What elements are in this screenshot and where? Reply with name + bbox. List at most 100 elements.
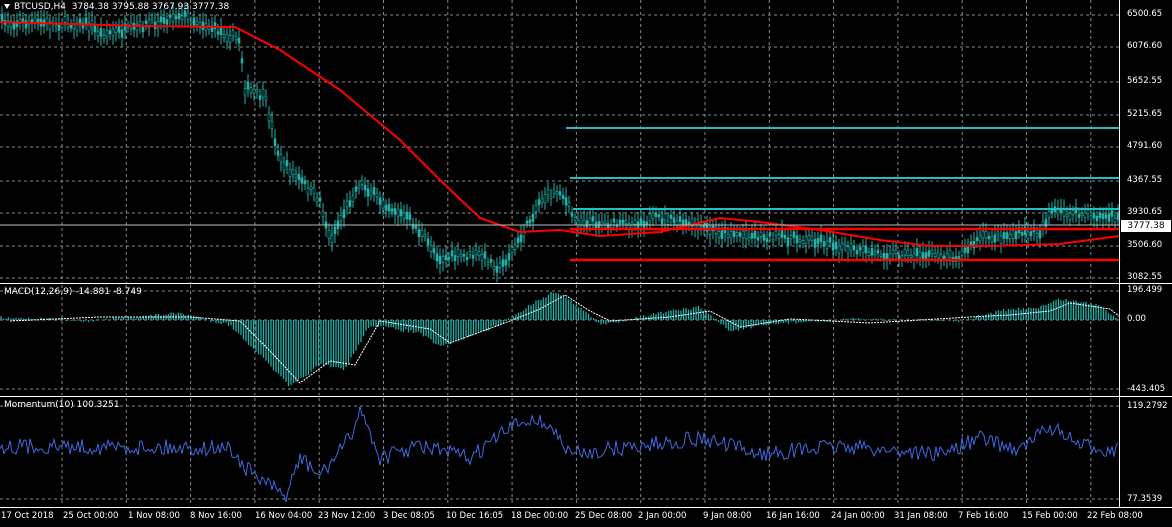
candle-body <box>846 246 850 254</box>
candle-body <box>639 218 643 225</box>
candle-body <box>174 16 178 20</box>
candle-body <box>540 198 544 204</box>
candle-body <box>177 13 181 19</box>
candle-body <box>513 244 517 250</box>
candle-body <box>789 235 793 240</box>
candle-body <box>285 160 289 167</box>
candle-body <box>588 217 592 225</box>
candle-body <box>69 25 73 29</box>
candle-body <box>780 229 784 238</box>
candle-body <box>603 220 607 225</box>
candle-body <box>819 234 823 243</box>
candle-body <box>399 209 403 217</box>
candle-body <box>771 238 775 242</box>
candle-body <box>726 233 730 238</box>
candle-body <box>759 231 763 237</box>
candle-body <box>534 205 538 212</box>
candle-body <box>117 26 121 33</box>
candle-body <box>480 254 484 261</box>
candle-body <box>378 197 382 205</box>
candle-body <box>768 232 772 237</box>
candle-body <box>1107 213 1111 222</box>
candle-body <box>111 28 115 36</box>
price-axis-label: 5652.55 <box>1127 76 1163 86</box>
price-pane[interactable]: BTCUSD,H4 3784.38 3795.88 3767.93 3777.3… <box>0 0 1119 283</box>
price-axis-label: 6076.60 <box>1127 41 1163 51</box>
candle-body <box>858 247 862 251</box>
candle-body <box>240 58 244 64</box>
candle-body <box>510 247 514 253</box>
candle-body <box>801 240 805 244</box>
momentum-pane[interactable]: Momentum(10) 100.3251 <box>0 398 1119 506</box>
momentum-chart[interactable] <box>0 398 1119 506</box>
candle-body <box>744 230 748 239</box>
time-axis-label: 1 Nov 08:00 <box>128 511 180 521</box>
candle-body <box>384 205 388 211</box>
candle-body <box>279 154 283 163</box>
candle-body <box>1098 213 1102 219</box>
candle-body <box>810 235 814 241</box>
ohlc-values: 3784.38 3795.88 3767.93 3777.38 <box>71 2 230 12</box>
candle-body <box>192 17 196 26</box>
candle-body <box>186 12 190 20</box>
macd-pane[interactable]: MACD(12,26,9) -14.881 -8.749 <box>0 285 1119 395</box>
macd-chart[interactable] <box>0 285 1119 395</box>
candle-body <box>546 189 550 195</box>
candle-body <box>171 13 175 23</box>
price-chart[interactable] <box>0 0 1119 283</box>
pane-divider[interactable] <box>0 396 1172 397</box>
price-axis-label: 6500.65 <box>1127 9 1163 19</box>
candle-body <box>843 242 847 246</box>
price-axis-label: 3930.65 <box>1127 207 1163 217</box>
dropdown-triangle-icon[interactable] <box>4 4 10 9</box>
candle-body <box>162 17 166 24</box>
candle-body <box>963 247 967 253</box>
candle-body <box>642 220 646 228</box>
candle-body <box>333 226 337 234</box>
candle-body <box>321 211 325 218</box>
symbol-timeframe: BTCUSD,H4 <box>14 2 67 12</box>
candle-body <box>756 237 760 241</box>
candle-body <box>525 220 529 224</box>
candle-body <box>342 209 346 218</box>
candle-body <box>180 15 184 20</box>
candle-body <box>468 251 472 255</box>
candle-body <box>576 220 580 228</box>
candle-body <box>390 208 394 212</box>
candle-body <box>420 230 424 237</box>
chart-window[interactable]: BTCUSD,H4 3784.38 3795.88 3767.93 3777.3… <box>0 0 1172 527</box>
candle-body <box>141 26 145 33</box>
candle-body <box>372 187 376 195</box>
candle-body <box>552 189 556 194</box>
candle-body <box>936 252 940 259</box>
candle-body <box>825 240 829 249</box>
candle-body <box>486 262 490 266</box>
candle-body <box>396 209 400 217</box>
candle-body <box>564 197 568 206</box>
candle-body <box>855 249 859 255</box>
candle-body <box>591 216 595 222</box>
candle-body <box>1002 232 1006 239</box>
candle-body <box>189 20 193 24</box>
candle-body <box>150 17 154 21</box>
candle-body <box>303 180 307 185</box>
time-axis-label: 16 Jan 16:00 <box>766 511 820 521</box>
candle-body <box>33 17 37 23</box>
candle-body <box>822 241 826 247</box>
candle-body <box>354 186 358 192</box>
candle-body <box>426 238 430 245</box>
candle-body <box>429 245 433 252</box>
candle-body <box>1101 213 1105 220</box>
macd-axis-label: 196.499 <box>1127 285 1163 295</box>
candle-body <box>255 89 259 92</box>
candle-body <box>327 230 331 239</box>
candle-body <box>330 234 334 243</box>
candle-body <box>522 232 526 238</box>
candle-body <box>258 95 262 100</box>
candle-body <box>732 230 736 237</box>
candle-body <box>987 236 991 240</box>
candle-body <box>717 231 721 238</box>
candle-body <box>84 17 88 25</box>
time-axis-label: 31 Jan 08:00 <box>894 511 948 521</box>
pane-divider[interactable] <box>0 283 1172 284</box>
